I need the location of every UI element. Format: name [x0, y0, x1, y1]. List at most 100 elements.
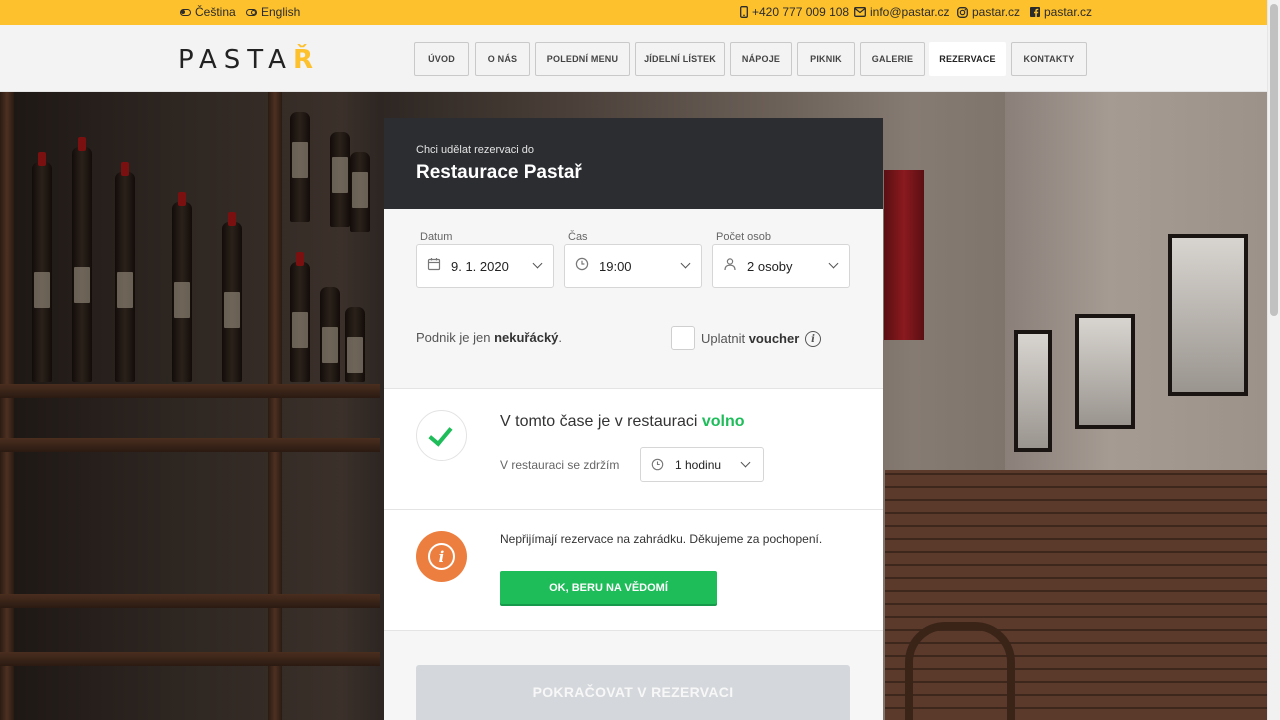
reservation-header: Chci udělat rezervaci do Restaurace Past… [384, 118, 883, 209]
clock-icon [651, 458, 664, 471]
phone-icon [740, 6, 748, 18]
language-cs[interactable]: Čeština [180, 5, 236, 19]
wine-bottle [290, 252, 310, 382]
acknowledge-button[interactable]: OK, BERU NA VĚDOMÍ [500, 571, 717, 604]
nav-galerie[interactable]: GALERIE [860, 42, 925, 76]
voucher-prefix: Uplatnit [701, 331, 746, 346]
time-label: Čas [568, 231, 588, 243]
calendar-icon [427, 258, 441, 271]
continue-reservation-button[interactable]: POKRAČOVAT V REZERVACI [416, 665, 850, 720]
voucher-checkbox[interactable] [671, 326, 695, 350]
chevron-down-icon [680, 258, 691, 269]
smoking-notice: Podnik je jen nekuřácký. [416, 330, 562, 345]
wine-shelf [0, 594, 380, 608]
reservation-form: Datum 9. 1. 2020 Čas 19:00 Počet osob 2 … [384, 209, 883, 389]
nav-kontakty[interactable]: KONTAKTY [1011, 42, 1087, 76]
voucher-label[interactable]: Uplatnit voucher [701, 331, 799, 346]
person-icon [724, 258, 736, 271]
date-select[interactable]: 9. 1. 2020 [416, 244, 554, 288]
background-chair [905, 622, 1015, 720]
persons-select[interactable]: 2 osoby [712, 244, 850, 288]
nav-napoje[interactable]: NÁPOJE [730, 42, 792, 76]
wine-bottle [320, 287, 340, 382]
language-en-label: English [261, 5, 301, 19]
nav-poledni-menu[interactable]: POLEDNÍ MENU [535, 42, 630, 76]
facebook-text: pastar.cz [1044, 5, 1093, 19]
stay-duration-value: 1 hodinu [675, 458, 722, 472]
date-value: 9. 1. 2020 [451, 259, 509, 274]
chevron-down-icon [740, 457, 751, 468]
availability-section: V tomto čase je v restauraci volno V res… [384, 389, 883, 510]
facebook-icon [1030, 7, 1040, 17]
wall-picture [1014, 330, 1052, 452]
wine-bottle [222, 212, 242, 382]
info-icon[interactable]: i [805, 331, 821, 347]
nav-o-nas[interactable]: O NÁS [475, 42, 530, 76]
email-link[interactable]: info@pastar.cz [854, 5, 950, 19]
language-cs-label: Čeština [195, 5, 236, 19]
smoking-suffix: . [558, 330, 563, 345]
top-bar: Čeština English +420 777 009 108 info@pa… [0, 0, 1267, 25]
site-logo[interactable]: PASTAŘ [178, 45, 320, 75]
phone-link[interactable]: +420 777 009 108 [740, 5, 849, 19]
nav-uvod[interactable]: ÚVOD [414, 42, 469, 76]
instagram-icon [957, 6, 968, 18]
time-select[interactable]: 19:00 [564, 244, 702, 288]
persons-value: 2 osoby [747, 259, 793, 274]
page-scrollbar[interactable] [1267, 0, 1280, 720]
wine-shelf [0, 438, 380, 452]
wine-shelf [0, 384, 380, 398]
time-value: 19:00 [599, 259, 632, 274]
logo-accent: Ř [292, 45, 320, 75]
instagram-text: pastar.cz [972, 5, 1021, 19]
garden-notice: Nepřijímají rezervace na zahrádku. Děkuj… [500, 532, 823, 546]
availability-prefix: V tomto čase je v restauraci [500, 413, 698, 430]
toggle-on-icon [180, 8, 191, 16]
logo-text: PASTA [178, 45, 293, 75]
persons-label: Počet osob [716, 231, 772, 243]
background-curtain [884, 170, 924, 340]
smoking-prefix: Podnik je jen [416, 330, 491, 345]
wine-bottle [72, 137, 92, 382]
facebook-link[interactable]: pastar.cz [1030, 5, 1092, 19]
shelf-post [0, 92, 14, 720]
shelf-post [268, 92, 282, 720]
site-header: PASTAŘ ÚVOD O NÁS POLEDNÍ MENU JÍDELNÍ L… [0, 25, 1267, 92]
stay-duration-select[interactable]: 1 hodinu [640, 447, 764, 482]
date-label: Datum [420, 231, 453, 243]
stay-label: V restauraci se zdržím [500, 458, 620, 472]
clock-icon [575, 257, 589, 271]
wall-picture [1075, 314, 1135, 429]
wall-picture [1168, 234, 1248, 396]
wine-bottle [330, 132, 350, 227]
continue-section: POKRAČOVAT V REZERVACI [384, 631, 883, 720]
notice-section: i Nepřijímají rezervace na zahrádku. Děk… [384, 510, 883, 631]
availability-status: volno [701, 413, 745, 430]
reservation-subtitle: Chci udělat rezervaci do [416, 144, 535, 156]
wine-bottle [32, 152, 52, 382]
chevron-down-icon [828, 258, 839, 269]
restaurant-name: Restaurace Pastař [416, 162, 582, 183]
phone-text: +420 777 009 108 [752, 5, 850, 19]
check-icon [416, 410, 467, 461]
wine-bottle [290, 112, 310, 222]
toggle-off-icon [246, 8, 257, 16]
wine-bottle [350, 152, 370, 232]
wine-bottle [172, 192, 192, 382]
nav-piknik[interactable]: PIKNIK [797, 42, 855, 76]
availability-text: V tomto čase je v restauraci volno [500, 413, 745, 431]
reservation-panel: Chci udělat rezervaci do Restaurace Past… [384, 118, 883, 720]
wine-bottle [115, 162, 135, 382]
language-en[interactable]: English [246, 5, 300, 19]
scrollbar-thumb[interactable] [1270, 4, 1278, 316]
email-text: info@pastar.cz [870, 5, 950, 19]
envelope-icon [854, 7, 866, 17]
chevron-down-icon [532, 258, 543, 269]
instagram-link[interactable]: pastar.cz [957, 5, 1020, 19]
smoking-value: nekuřácký [494, 330, 559, 345]
wine-bottle [345, 307, 365, 382]
nav-rezervace[interactable]: REZERVACE [929, 42, 1006, 76]
info-icon: i [416, 531, 467, 582]
wine-shelf [0, 652, 380, 666]
nav-jidelni-listek[interactable]: JÍDELNÍ LÍSTEK [635, 42, 725, 76]
